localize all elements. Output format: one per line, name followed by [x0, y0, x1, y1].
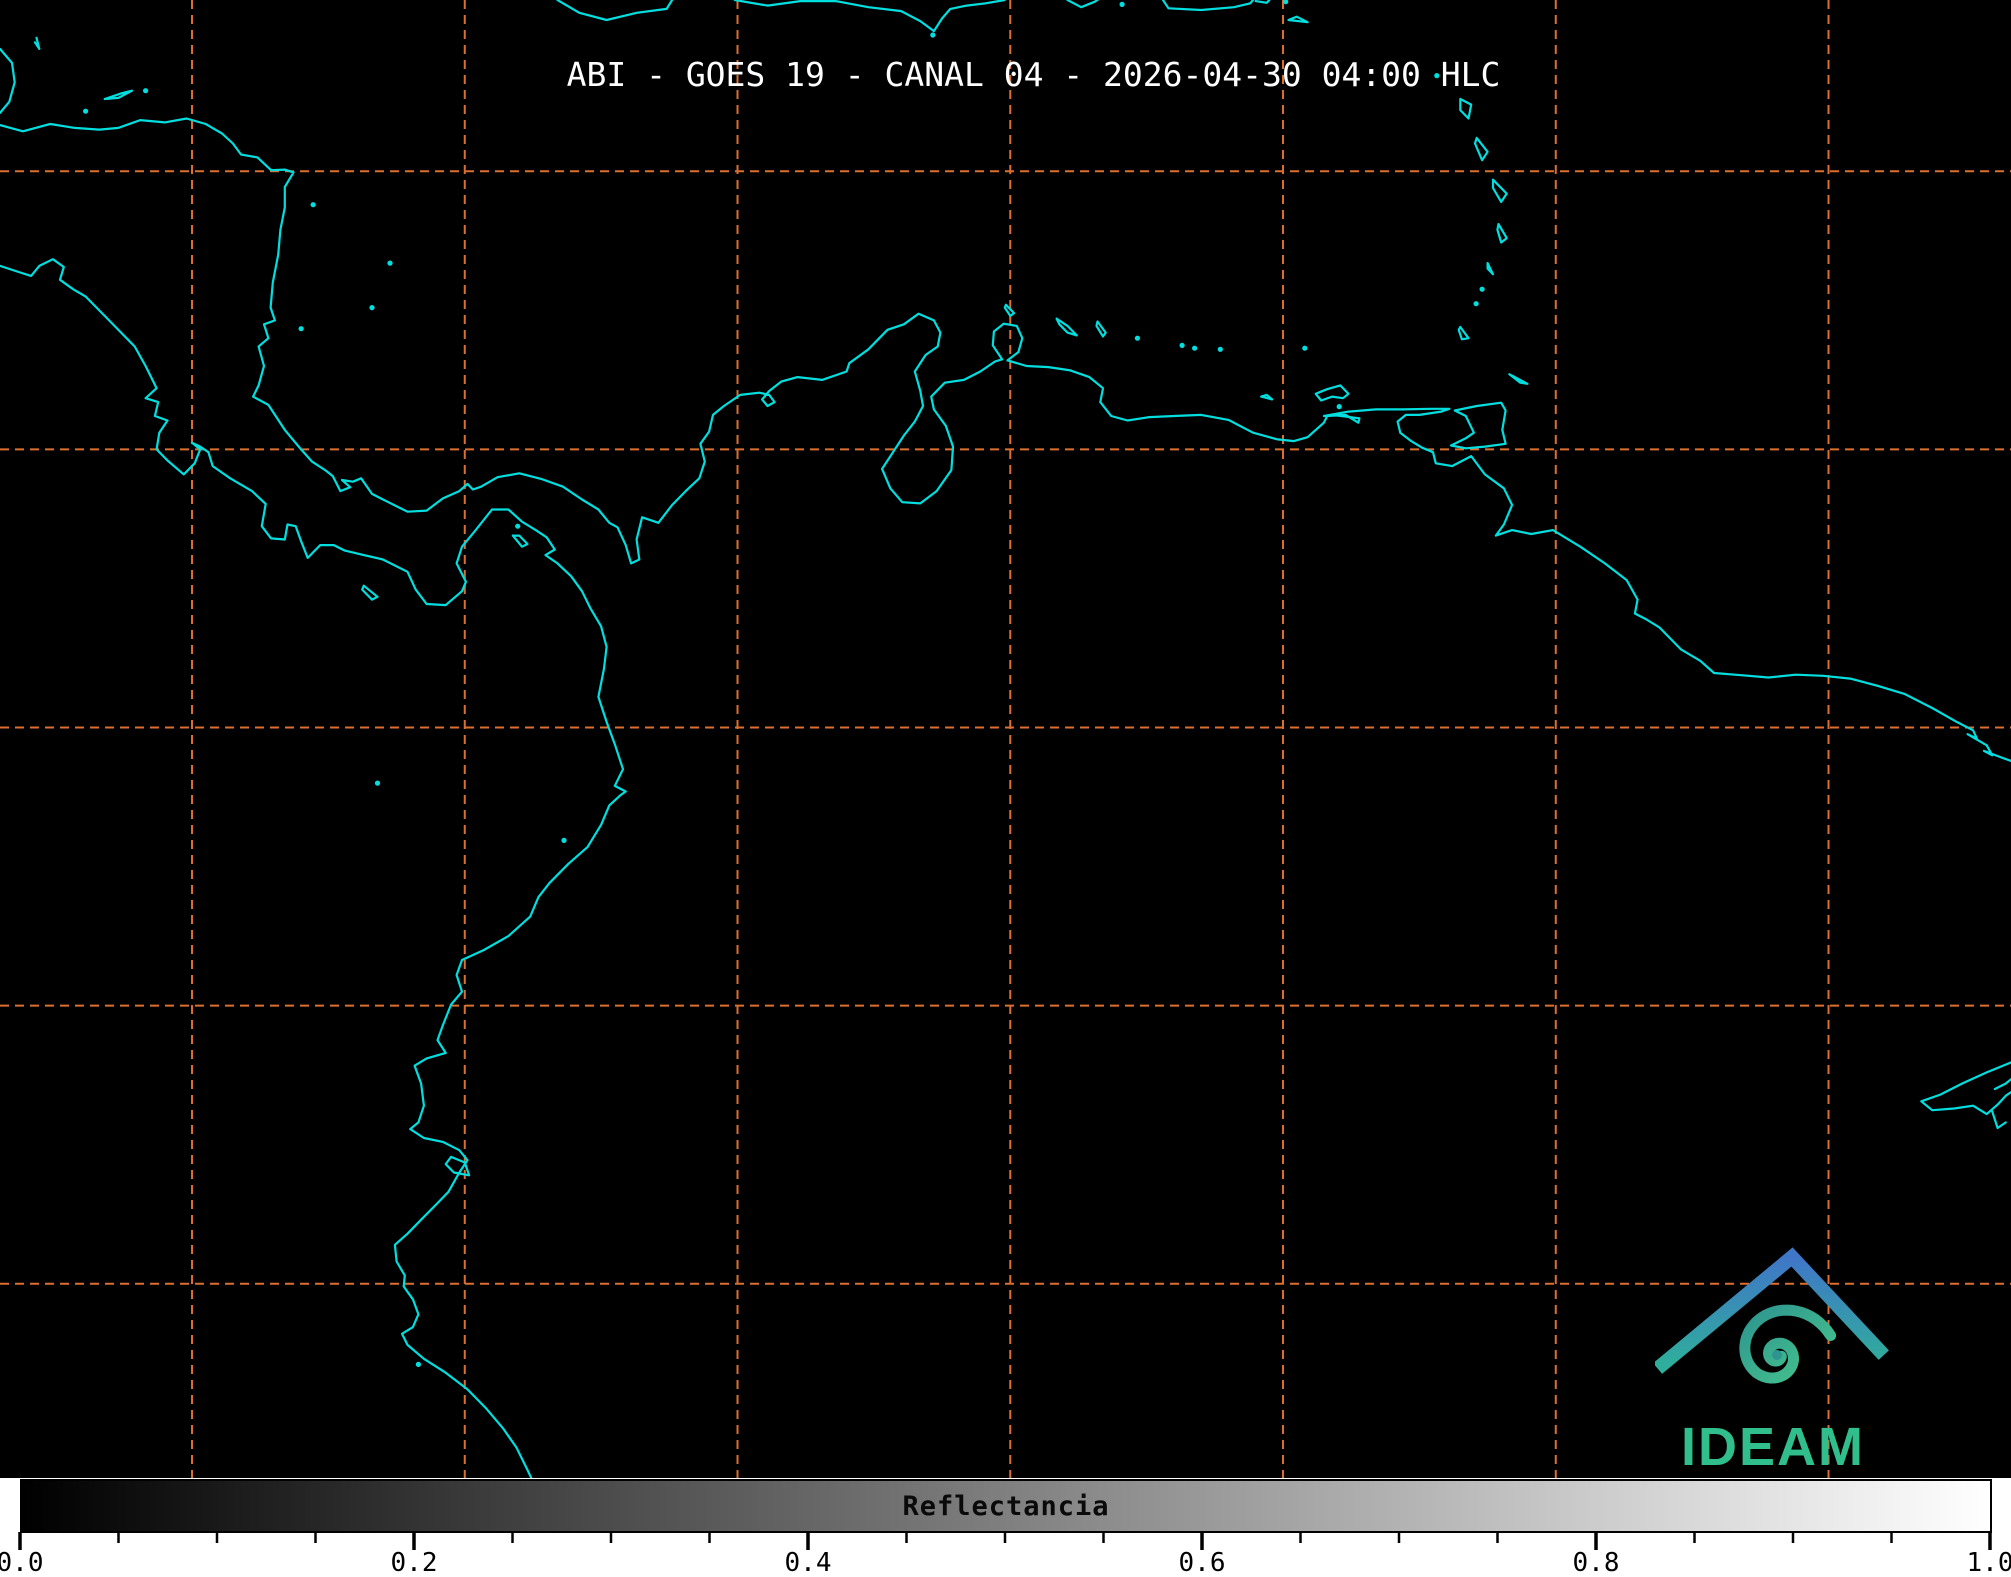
coastline-trinidad: [1449, 401, 1507, 450]
coastline-margarita: [1314, 384, 1350, 402]
satellite-image-viewer: ABI - GOES 19 - CANAL 04 - 2026-04-30 04…: [0, 0, 2011, 1577]
coastline-grenada: [1457, 325, 1470, 341]
small-island-dot: [369, 305, 375, 311]
colorbar-tick-label: 0.8: [1572, 1548, 1620, 1577]
coastline-saona_bit: [1066, 0, 1099, 9]
small-island-dot: [298, 326, 304, 332]
coastline-pacific_mainland: [0, 258, 627, 1478]
logo-spiral-eye-icon: [1772, 1350, 1782, 1360]
small-island-dot: [930, 32, 936, 38]
colorbar-tick-label: 0.2: [390, 1548, 438, 1577]
coastline-amazon_branch_xingu: [1991, 1110, 2007, 1130]
coastline-turneffe: [33, 36, 41, 51]
small-island-dot: [1134, 335, 1140, 341]
ideam-logo: IDEAM: [1655, 1247, 1889, 1477]
colorbar-tick-label: 0.4: [784, 1548, 832, 1577]
coastline-guadeloupe: [1459, 97, 1473, 120]
coastline-caribbean_mainland: [0, 117, 2011, 763]
small-island-dot: [310, 202, 316, 208]
small-island-dot: [1479, 286, 1485, 292]
logo-wordmark: IDEAM: [1681, 1417, 1865, 1477]
coastline-martinique: [1491, 178, 1508, 203]
small-island-dot: [1179, 342, 1185, 348]
coastline-hispaniola_south: [733, 0, 1006, 33]
coastline-coiba: [361, 584, 379, 601]
coastline-vieques: [1254, 0, 1271, 4]
coastline-dominica: [1473, 136, 1489, 162]
logo-hurricane-spiral-icon: [1739, 1304, 1837, 1384]
coastline-belize_sliver: [0, 47, 16, 115]
colorbar-tick-marks: [18, 1532, 1992, 1550]
small-island-dot: [515, 523, 521, 529]
small-island-dot: [1302, 345, 1308, 351]
coastline-tobago: [1508, 373, 1529, 385]
small-island-dot: [1336, 404, 1342, 410]
coastline-amazon_branch_north: [1993, 1077, 2011, 1091]
coastline-isla_rey: [511, 534, 529, 548]
small-island-dot: [1217, 346, 1223, 352]
colorbar-tick-label: 1.0: [1966, 1548, 2011, 1577]
image-title: ABI - GOES 19 - CANAL 04 - 2026-04-30 04…: [566, 55, 1501, 94]
colorbar-gradient: Reflectancia: [20, 1479, 1992, 1533]
coastline-st_croix: [1287, 15, 1309, 24]
small-island-dot: [1473, 301, 1479, 307]
coastline-tortuga: [1260, 393, 1274, 401]
coastline-bonaire: [1095, 320, 1107, 338]
small-island-dot: [83, 108, 89, 114]
coastline-st_vincent: [1486, 262, 1495, 276]
small-island-dot: [387, 260, 393, 266]
small-island-dot: [374, 780, 381, 786]
colorbar: Reflectancia 0.0 0.2 0.4 0.6 0.8 1.0: [0, 1478, 2011, 1577]
coastline-curacao: [1055, 317, 1078, 337]
small-island-dot: [1119, 1, 1125, 7]
small-island-dot: [415, 1361, 421, 1367]
colorbar-tick-label: 0.6: [1178, 1548, 1226, 1577]
coastline-puerto_rico_south: [1161, 0, 1255, 12]
coastline-st_lucia: [1496, 223, 1508, 244]
colorbar-tick-label: 0.0: [0, 1548, 44, 1577]
small-island-dot: [561, 837, 567, 844]
colorbar-label: Reflectancia: [902, 1490, 1110, 1522]
coastline-jamaica_south: [556, 0, 674, 22]
satellite-map: ABI - GOES 19 - CANAL 04 - 2026-04-30 04…: [0, 0, 2011, 1478]
small-island-dot: [1192, 345, 1198, 351]
